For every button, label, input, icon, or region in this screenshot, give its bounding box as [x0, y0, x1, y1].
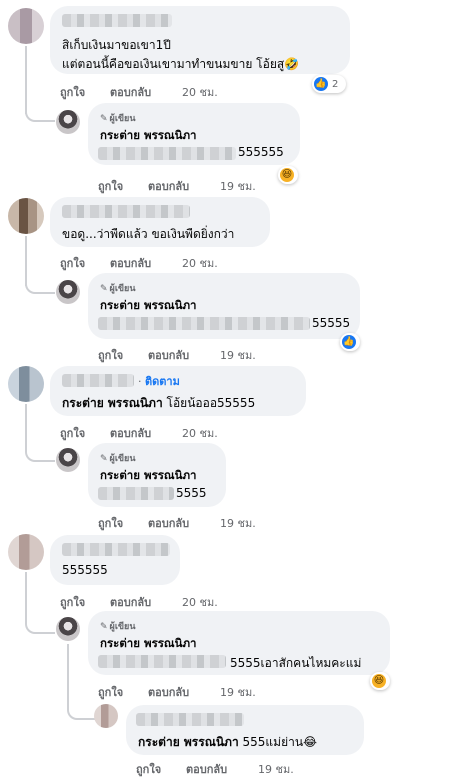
- reaction-icon[interactable]: 😆: [370, 672, 390, 690]
- thread-curve: [67, 698, 95, 720]
- redacted-name: [62, 205, 190, 218]
- like-reaction-icon: 👍: [314, 77, 328, 91]
- comment-text: กระต่าย พรรณนิภา โอ้ยน้อออ55555: [62, 396, 256, 410]
- thread-curve: [25, 612, 55, 634]
- reply-bubble: ✎ ผู้เขียน กระต่าย พรรณนิภา 5555: [88, 443, 226, 507]
- reply-text: 55555: [312, 316, 351, 330]
- redacted-text: [98, 317, 310, 330]
- mention-name: กระต่าย พรรณนิภา: [138, 735, 239, 749]
- author-avatar[interactable]: [56, 617, 80, 641]
- like-button[interactable]: ถูกใจ: [136, 760, 161, 778]
- reply-bubble: ✎ ผู้เขียน กระต่าย พรรณนิภา 5555เอาสักคนไ…: [88, 611, 390, 675]
- reply-button[interactable]: ตอบกลับ: [148, 514, 189, 532]
- timestamp[interactable]: 20 ชม.: [182, 593, 218, 611]
- like-button[interactable]: ถูกใจ: [98, 177, 123, 195]
- like-button[interactable]: ถูกใจ: [60, 254, 85, 272]
- reply-author-name[interactable]: กระต่าย พรรณนิภา: [100, 297, 197, 315]
- pen-icon: ✎: [100, 454, 108, 464]
- redacted-text: [98, 487, 174, 500]
- pen-icon: ✎: [100, 622, 108, 632]
- haha-reaction-icon: 😆: [372, 674, 386, 688]
- author-badge: ✎ ผู้เขียน: [100, 114, 136, 124]
- timestamp[interactable]: 19 ชม.: [220, 683, 256, 701]
- like-button[interactable]: ถูกใจ: [60, 424, 85, 442]
- reply-bubble: กระต่าย พรรณนิภา 555แม่ย่าน😂: [126, 705, 364, 755]
- commenter-avatar[interactable]: [94, 704, 118, 728]
- reply-text: 5555เอาสักคนไหมคะแม่: [230, 656, 362, 670]
- haha-reaction-icon: 😆: [280, 168, 294, 182]
- commenter-avatar[interactable]: [8, 8, 44, 44]
- reply-author-name[interactable]: กระต่าย พรรณนิภา: [100, 127, 197, 145]
- like-button[interactable]: ถูกใจ: [98, 346, 123, 364]
- comment-text: ขอดู...ว่าพืดแล้ว ขอเงินพืดยิ่งกว่า: [62, 227, 235, 241]
- like-button[interactable]: ถูกใจ: [60, 83, 85, 101]
- comment-text: แต่ตอนนี้คือขอเงินเขามาทำขนมขาย โอ้ยสู🤣: [62, 57, 300, 71]
- author-badge: ✎ ผู้เขียน: [100, 454, 136, 464]
- thread-curve: [25, 440, 55, 462]
- reply-bubble: ✎ ผู้เขียน กระต่าย พรรณนิภา 55555: [88, 273, 360, 339]
- author-badge: ✎ ผู้เขียน: [100, 284, 136, 294]
- thread-line: [67, 644, 69, 704]
- timestamp[interactable]: 19 ชม.: [220, 346, 256, 364]
- timestamp[interactable]: 20 ชม.: [182, 424, 218, 442]
- reply-button[interactable]: ตอบกลับ: [110, 83, 151, 101]
- timestamp[interactable]: 19 ชม.: [258, 760, 294, 778]
- comment-bubble: ขอดู...ว่าพืดแล้ว ขอเงินพืดยิ่งกว่า: [50, 197, 270, 247]
- reply-text: กระต่าย พรรณนิภา 555แม่ย่าน😂: [138, 735, 318, 749]
- like-button[interactable]: ถูกใจ: [60, 593, 85, 611]
- pen-icon: ✎: [100, 114, 108, 124]
- redacted-text: [98, 147, 236, 160]
- reaction-icon[interactable]: 👍: [340, 333, 360, 351]
- follow-link[interactable]: · ติดตาม: [138, 372, 180, 390]
- reply-button[interactable]: ตอบกลับ: [110, 424, 151, 442]
- comment-text: 555555: [62, 563, 108, 577]
- thread-curve: [25, 100, 55, 122]
- commenter-avatar[interactable]: [8, 366, 44, 402]
- author-avatar[interactable]: [56, 280, 80, 304]
- pen-icon: ✎: [100, 284, 108, 294]
- reply-button[interactable]: ตอบกลับ: [148, 683, 189, 701]
- commenter-avatar[interactable]: [8, 198, 44, 234]
- author-badge: ✎ ผู้เขียน: [100, 622, 136, 632]
- reply-bubble: ✎ ผู้เขียน กระต่าย พรรณนิภา 555555: [88, 103, 300, 165]
- commenter-avatar[interactable]: [8, 534, 44, 570]
- thread-curve: [25, 272, 55, 294]
- reply-button[interactable]: ตอบกลับ: [186, 760, 227, 778]
- like-reaction-icon: 👍: [342, 335, 356, 349]
- redacted-name: [62, 374, 134, 387]
- reply-text: 555555: [238, 145, 284, 159]
- timestamp[interactable]: 19 ชม.: [220, 177, 256, 195]
- timestamp[interactable]: 20 ชม.: [182, 83, 218, 101]
- reply-text: 5555: [176, 486, 207, 500]
- reply-author-name[interactable]: กระต่าย พรรณนิภา: [100, 467, 197, 485]
- redacted-name: [62, 14, 172, 27]
- redacted-text: [98, 655, 226, 668]
- timestamp[interactable]: 19 ชม.: [220, 514, 256, 532]
- author-avatar[interactable]: [56, 110, 80, 134]
- like-button[interactable]: ถูกใจ: [98, 514, 123, 532]
- comment-bubble: 555555: [50, 535, 180, 585]
- reply-button[interactable]: ตอบกลับ: [110, 254, 151, 272]
- redacted-name: [136, 713, 244, 726]
- reply-button[interactable]: ตอบกลับ: [148, 177, 189, 195]
- reply-author-name[interactable]: กระต่าย พรรณนิภา: [100, 635, 197, 653]
- reaction-icon[interactable]: 😆: [278, 166, 298, 184]
- reaction-count[interactable]: 👍 2: [312, 75, 346, 93]
- comment-bubble: · ติดตาม กระต่าย พรรณนิภา โอ้ยน้อออ55555: [50, 366, 306, 416]
- like-button[interactable]: ถูกใจ: [98, 683, 123, 701]
- reply-button[interactable]: ตอบกลับ: [148, 346, 189, 364]
- comment-text: สิเก็บเงินมาขอเขา1ปี: [62, 38, 171, 52]
- reply-button[interactable]: ตอบกลับ: [110, 593, 151, 611]
- redacted-name: [62, 543, 170, 556]
- mention-name: กระต่าย พรรณนิภา: [62, 396, 163, 410]
- author-avatar[interactable]: [56, 448, 80, 472]
- timestamp[interactable]: 20 ชม.: [182, 254, 218, 272]
- comment-bubble: สิเก็บเงินมาขอเขา1ปี แต่ตอนนี้คือขอเงินเ…: [50, 6, 350, 74]
